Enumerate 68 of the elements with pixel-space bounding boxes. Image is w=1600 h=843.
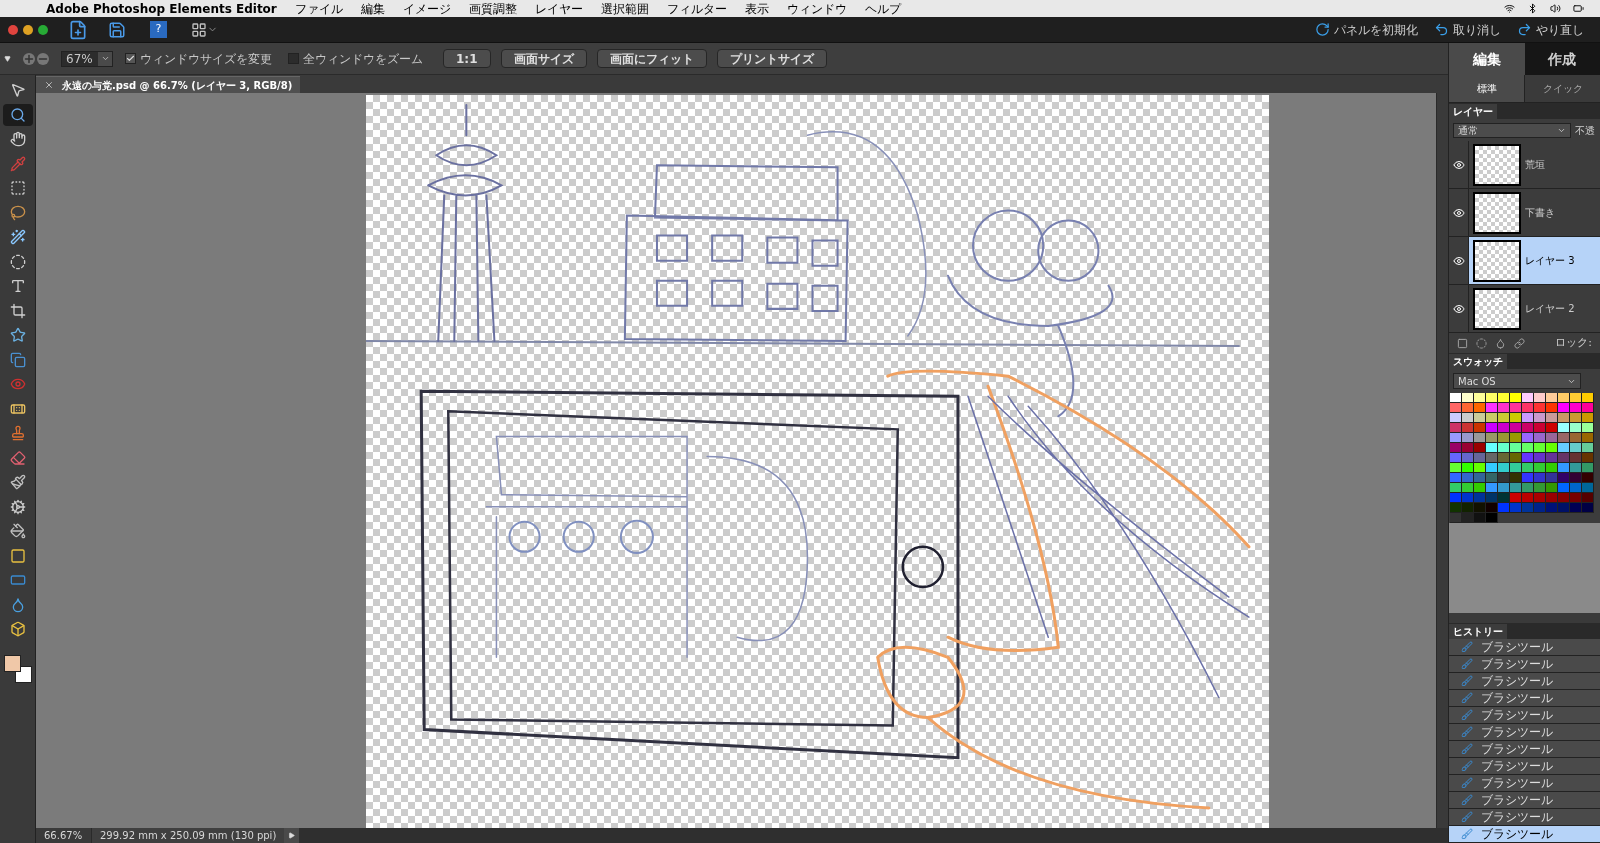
panel-title: スウォッチ (1449, 354, 1507, 369)
document-size-readout: 299.92 mm x 250.09 mm (130 ppi) (91, 828, 285, 843)
history-item[interactable]: ブラシツール (1449, 809, 1600, 826)
zoom-preset-button[interactable]: プリントサイズ (716, 49, 827, 68)
swatch-set-dropdown[interactable]: Mac OS (1453, 373, 1581, 389)
history-item[interactable]: ブラシツール (1449, 758, 1600, 775)
history-item[interactable]: ブラシツール (1449, 673, 1600, 690)
history-item[interactable]: ブラシツール (1449, 741, 1600, 758)
blend-mode-dropdown[interactable]: 通常 (1453, 122, 1571, 138)
document-title: 永遠の与党.psd @ 66.7% (レイヤー 3, RGB/8) (62, 78, 293, 93)
checkbox-label: ウィンドウサイズを変更 (140, 50, 272, 68)
mode-tab[interactable]: 標準 (1449, 75, 1524, 102)
history-label: ブラシツール (1481, 639, 1553, 655)
layer-name: 荒垣 (1525, 158, 1545, 172)
layer-row[interactable]: 荒垣 (1449, 141, 1600, 189)
history-label: ブラシツール (1481, 724, 1553, 740)
history-item[interactable]: ブラシツール (1449, 775, 1600, 792)
zoom-preset-button[interactable]: 画面にフィット (596, 49, 707, 68)
panel-tab[interactable]: 編集 (1449, 43, 1525, 75)
menu-item[interactable]: 表示 (744, 0, 769, 18)
layer-name: レイヤー 3 (1525, 254, 1575, 268)
panel-title: ヒストリー (1449, 624, 1507, 639)
app-name: Adobe Photoshop Elements Editor (46, 0, 277, 18)
history-item[interactable]: ブラシツール (1449, 656, 1600, 673)
menu-item[interactable]: ヘルプ (864, 0, 901, 18)
history-item[interactable]: ブラシツール (1449, 792, 1600, 809)
zoom-dropdown[interactable]: 67% (61, 50, 113, 67)
history-item[interactable]: ブラシツール (1449, 690, 1600, 707)
lock-label: ロック: (1555, 334, 1592, 351)
history-item[interactable]: ブラシツール (1449, 826, 1600, 843)
history-label: ブラシツール (1481, 673, 1553, 689)
history-label: ブラシツール (1481, 809, 1553, 825)
history-label: ブラシツール (1481, 690, 1553, 706)
history-item[interactable]: ブラシツール (1449, 724, 1600, 741)
menu-item[interactable]: レイヤー (534, 0, 583, 18)
opacity-label: 不透 (1575, 123, 1595, 138)
layer-row[interactable]: レイヤー 2 (1449, 285, 1600, 333)
history-label: ブラシツール (1481, 826, 1553, 842)
help-button[interactable]: ? (150, 21, 167, 38)
menu-item[interactable]: ファイル (294, 0, 343, 18)
document-tab[interactable]: 永遠の与党.psd @ 66.7% (レイヤー 3, RGB/8) (36, 76, 301, 93)
history-label: ブラシツール (1481, 775, 1553, 791)
toolbar-action-button[interactable]: パネルを初期化 (1315, 20, 1418, 39)
layer-row[interactable]: レイヤー 3 (1449, 237, 1600, 285)
zoom-preset-button[interactable]: 画面サイズ (500, 49, 587, 68)
toolbar-action-button[interactable]: やり直し (1517, 20, 1584, 39)
zoom-level-readout: 66.67% (36, 828, 91, 843)
menu-item[interactable]: ウィンドウ (786, 0, 847, 18)
panel-title: レイヤー (1449, 104, 1497, 119)
history-label: ブラシツール (1481, 758, 1553, 774)
menu-item[interactable]: イメージ (402, 0, 451, 18)
menu-item[interactable]: フィルター (666, 0, 727, 18)
history-label: ブラシツール (1481, 656, 1553, 672)
history-item[interactable]: ブラシツール (1449, 639, 1600, 656)
panel-tab[interactable]: 作成 (1524, 43, 1600, 75)
history-item[interactable]: ブラシツール (1449, 707, 1600, 724)
menu-item[interactable]: 選択範囲 (600, 0, 649, 18)
toolbar-action-button[interactable]: 取り消し (1434, 20, 1501, 39)
layer-name: レイヤー 2 (1525, 302, 1575, 316)
layer-row[interactable]: 下書き (1449, 189, 1600, 237)
menu-item[interactable]: 編集 (360, 0, 385, 18)
menu-item[interactable]: 画質調整 (468, 0, 517, 18)
layer-name: 下書き (1525, 206, 1555, 220)
checkbox-label: 全ウィンドウをズーム (303, 50, 423, 68)
zoom-preset-button[interactable]: 1:1 (443, 49, 491, 68)
history-label: ブラシツール (1481, 792, 1553, 808)
history-label: ブラシツール (1481, 707, 1553, 723)
history-label: ブラシツール (1481, 741, 1553, 757)
